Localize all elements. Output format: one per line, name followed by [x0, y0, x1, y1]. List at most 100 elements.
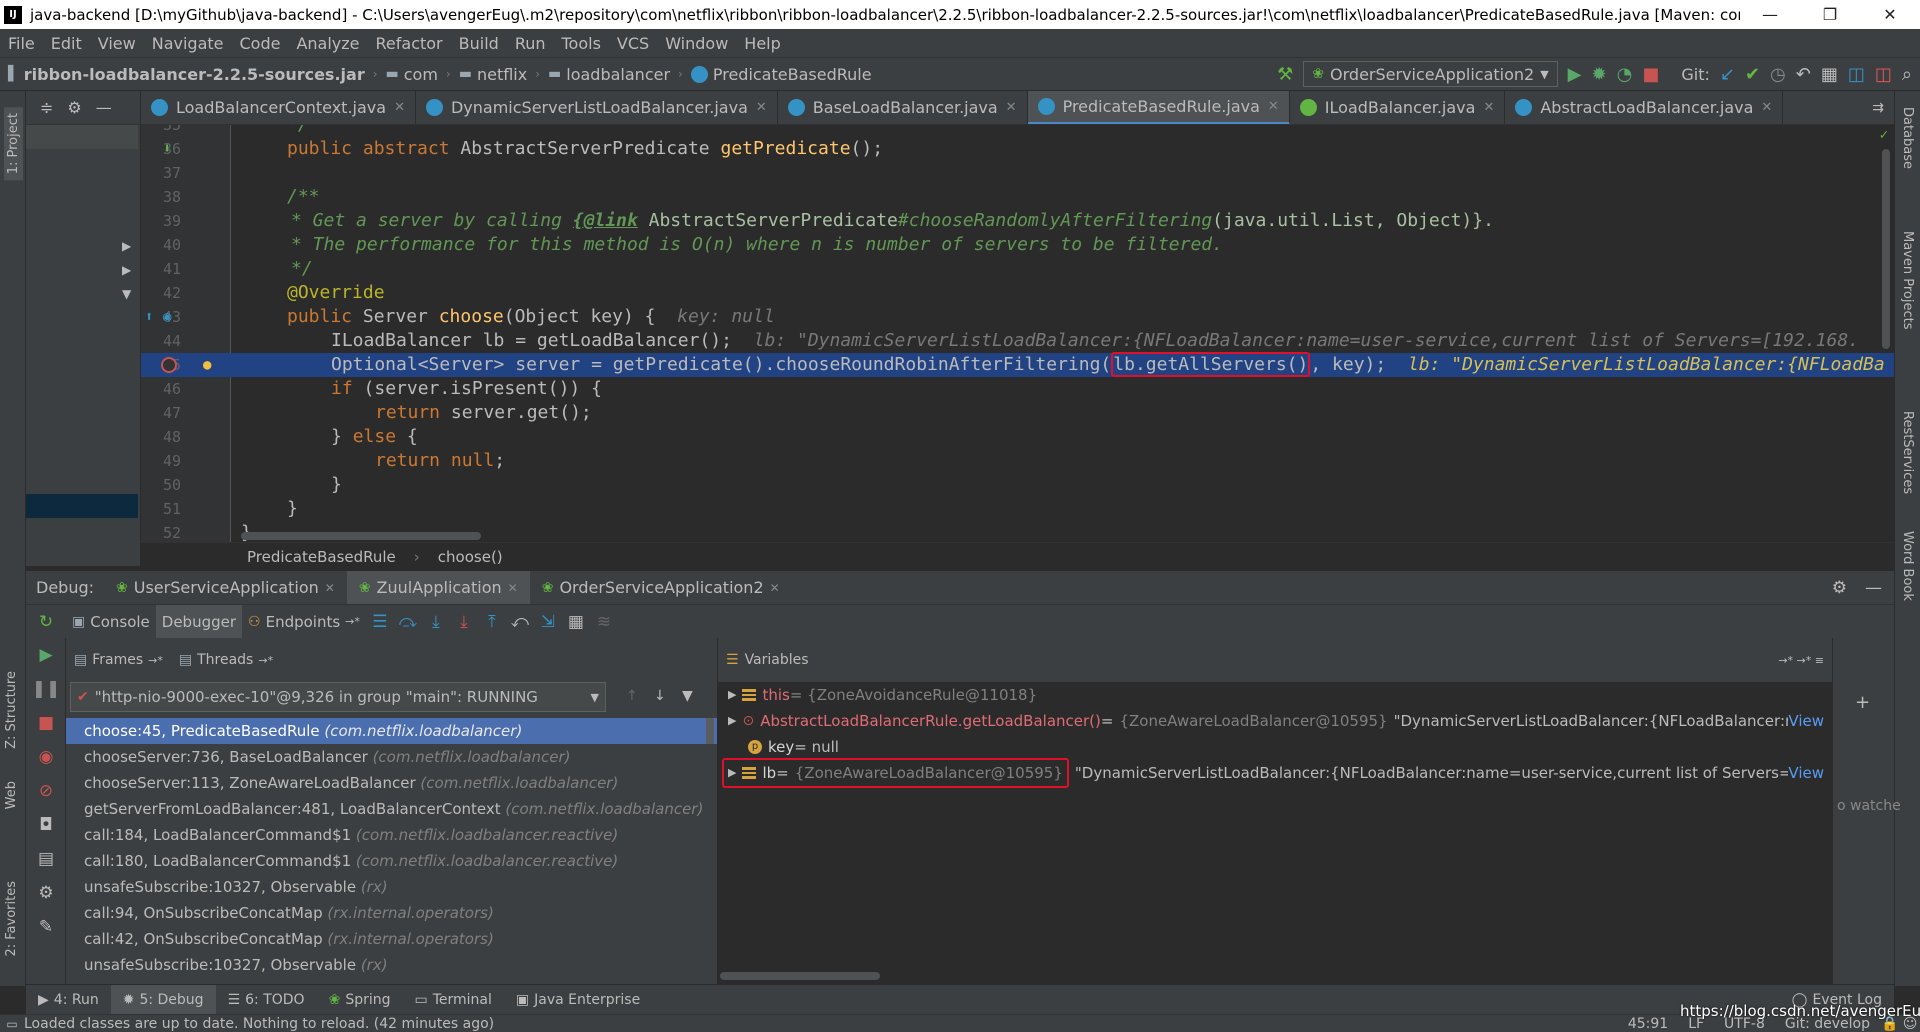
implemented-marker-icon[interactable]: ⬇ [163, 137, 171, 161]
expand-arrow-icon[interactable]: ▶ [122, 263, 131, 277]
translate-icon[interactable]: ◫ [1848, 64, 1865, 85]
step-out-icon[interactable]: ⤒ [478, 612, 506, 632]
project-structure-icon[interactable]: ▦ [1821, 64, 1838, 85]
view-breakpoints-icon[interactable]: ◉ [26, 740, 66, 774]
frames-tab[interactable]: ▤ Frames →* [74, 652, 163, 668]
tool-java-enterprise[interactable]: ▣ Java Enterprise [504, 985, 652, 1014]
override-marker-icon[interactable]: ⬆ [145, 305, 153, 329]
gear-icon[interactable]: ⚙ [67, 98, 81, 117]
mute-breakpoints-icon[interactable]: ⊘ [26, 774, 66, 808]
maven-tool-tab[interactable]: Maven Projects [1900, 231, 1915, 330]
close-tab-icon[interactable]: ✕ [394, 100, 405, 115]
code-editor[interactable]: 35 */ 36⬇ public abstract AbstractServerPr… [141, 125, 1894, 542]
resume-icon[interactable]: ▶ [26, 638, 66, 672]
tab-console[interactable]: ▣ Console [66, 605, 156, 638]
tab-iloadbalancer[interactable]: ILoadBalancer.java ✕ [1290, 91, 1506, 124]
vertical-scrollbar[interactable] [1882, 149, 1890, 349]
horizontal-scrollbar[interactable] [720, 972, 880, 980]
rerun-icon[interactable]: ↻ [26, 612, 66, 632]
collapse-all-icon[interactable]: ≑ [40, 98, 53, 117]
tab-debugger[interactable]: Debugger [155, 605, 243, 638]
tab-abstractloadbalancer[interactable]: AbstractLoadBalancer.java ✕ [1505, 91, 1784, 124]
menu-edit[interactable]: Edit [43, 34, 90, 53]
frame-row[interactable]: call:184, LoadBalancerCommand$1 (com.net… [66, 822, 717, 848]
breadcrumb-jar[interactable]: ▌ ribbon-loadbalancer-2.2.5-sources.jar [0, 65, 373, 84]
expand-arrow-icon[interactable]: ▶ [122, 239, 131, 253]
drop-frame-icon[interactable]: ⤺ [506, 612, 534, 632]
hide-panel-icon[interactable]: — [1865, 578, 1882, 598]
frame-row[interactable]: chooseServer:113, ZoneAwareLoadBalancer … [66, 770, 717, 796]
camera-icon[interactable]: ◘ [26, 808, 66, 842]
frame-row[interactable]: chooseServer:736, BaseLoadBalancer (com.… [66, 744, 717, 770]
next-frame-icon[interactable]: ↓ [654, 688, 666, 704]
run-icon[interactable]: ▶ [1568, 64, 1582, 85]
menu-view[interactable]: View [90, 34, 144, 53]
wordbook-tool-tab[interactable]: Word Book [1900, 531, 1915, 601]
stop-icon[interactable]: ■ [1642, 64, 1659, 85]
expand-arrow-icon[interactable]: ▶ [728, 682, 736, 708]
menu-analyze[interactable]: Analyze [288, 34, 367, 53]
tool-todo[interactable]: ☰ 6: TODO [216, 985, 317, 1014]
translate-alt-icon[interactable]: ◫ [1875, 64, 1892, 85]
thread-select[interactable]: ✔ "http-nio-9000-exec-10"@9,326 in group… [70, 682, 606, 712]
frame-row[interactable]: unsafeSubscribe:10327, Observable (rx) [66, 952, 717, 978]
evaluate-expression-icon[interactable]: ▦ [562, 612, 590, 632]
close-tab-icon[interactable]: ✕ [1268, 99, 1279, 114]
structure-tool-tab[interactable]: Z: Structure [4, 671, 19, 749]
menu-navigate[interactable]: Navigate [144, 34, 232, 53]
git-revert-icon[interactable]: ↶ [1796, 64, 1811, 85]
tab-loadbalancercontext[interactable]: LoadBalancerContext.java ✕ [141, 91, 416, 124]
project-tool-tab[interactable]: 1: Project [4, 107, 23, 181]
collapse-arrow-icon[interactable]: ▼ [122, 287, 131, 301]
git-commit-icon[interactable]: ✔ [1745, 64, 1760, 85]
debug-session-tab[interactable]: ❀ OrderServiceApplication2 ✕ [530, 571, 792, 604]
tool-debug[interactable]: ✹ 5: Debug [110, 985, 216, 1014]
frame-row[interactable]: unsafeSubscribe:10327, Observable (rx) [66, 874, 717, 900]
coverage-icon[interactable]: ◔ [1617, 64, 1633, 85]
menu-window[interactable]: Window [657, 34, 736, 53]
debug-marker-icon[interactable]: ◉ [163, 305, 171, 329]
search-everywhere-icon[interactable]: ⌕ [1902, 64, 1912, 85]
view-link[interactable]: View [1788, 708, 1832, 734]
project-tree-row-selected[interactable] [26, 494, 138, 518]
build-hammer-icon[interactable]: ⚒ [1277, 64, 1293, 85]
tool-terminal[interactable]: ▭ Terminal [403, 985, 504, 1014]
tab-list-icon[interactable]: ⇉ [1872, 100, 1884, 116]
menu-refactor[interactable]: Refactor [368, 34, 451, 53]
intention-bulb-icon[interactable]: ● [203, 353, 211, 377]
tab-predicatebasedrule[interactable]: PredicateBasedRule.java ✕ [1027, 91, 1290, 124]
frame-row-selected[interactable]: choose:45, PredicateBasedRule (com.netfl… [66, 718, 717, 744]
close-window-button[interactable]: ✕ [1860, 5, 1920, 24]
database-tool-tab[interactable]: Database [1900, 107, 1915, 169]
force-step-into-icon[interactable]: ⤓ [450, 612, 478, 632]
frame-row[interactable]: getServerFromLoadBalancer:481, LoadBalan… [66, 796, 717, 822]
layout-options-icon[interactable]: →* →* ≡ [1778, 654, 1832, 667]
menu-code[interactable]: Code [232, 34, 289, 53]
breadcrumb-loadbalancer[interactable]: ▬ loadbalancer [540, 65, 678, 84]
restservices-tool-tab[interactable]: RestServices [1900, 411, 1915, 494]
close-tab-icon[interactable]: ✕ [1006, 100, 1017, 115]
variable-row-key[interactable]: p key = null [718, 734, 1832, 760]
pause-icon[interactable]: ❚❚ [26, 672, 66, 706]
horizontal-scrollbar[interactable] [241, 532, 481, 540]
menu-help[interactable]: Help [736, 34, 788, 53]
previous-frame-icon[interactable]: ↑ [626, 688, 638, 704]
close-tab-icon[interactable]: ✕ [508, 581, 518, 595]
tool-spring[interactable]: ❀ Spring [317, 985, 403, 1014]
web-tool-tab[interactable]: Web [4, 781, 19, 809]
gear-icon[interactable]: ⚙ [26, 876, 66, 910]
breadcrumb-method[interactable]: choose() [438, 548, 503, 566]
expand-arrow-icon[interactable]: ▶ [728, 708, 736, 734]
status-toggle-icon[interactable]: ▭ [0, 1017, 24, 1031]
gear-icon[interactable]: ⚙ [1832, 578, 1847, 598]
breadcrumb-com[interactable]: ▬ com [378, 65, 446, 84]
tool-run[interactable]: ▶ 4: Run [26, 985, 111, 1014]
project-tree-row[interactable] [26, 125, 138, 149]
breadcrumb-class[interactable]: PredicateBasedRule [683, 65, 880, 84]
breadcrumb-netflix[interactable]: ▬ netflix [451, 65, 535, 84]
inspection-ok-icon[interactable]: ✓ [1880, 127, 1888, 143]
threads-tab[interactable]: ▤ Threads →* [179, 652, 273, 668]
debug-session-tab-active[interactable]: ❀ ZuulApplication ✕ [346, 571, 530, 604]
caret-position[interactable]: 45:91 [1618, 1016, 1678, 1032]
debug-icon[interactable]: ✹ [1592, 64, 1607, 85]
